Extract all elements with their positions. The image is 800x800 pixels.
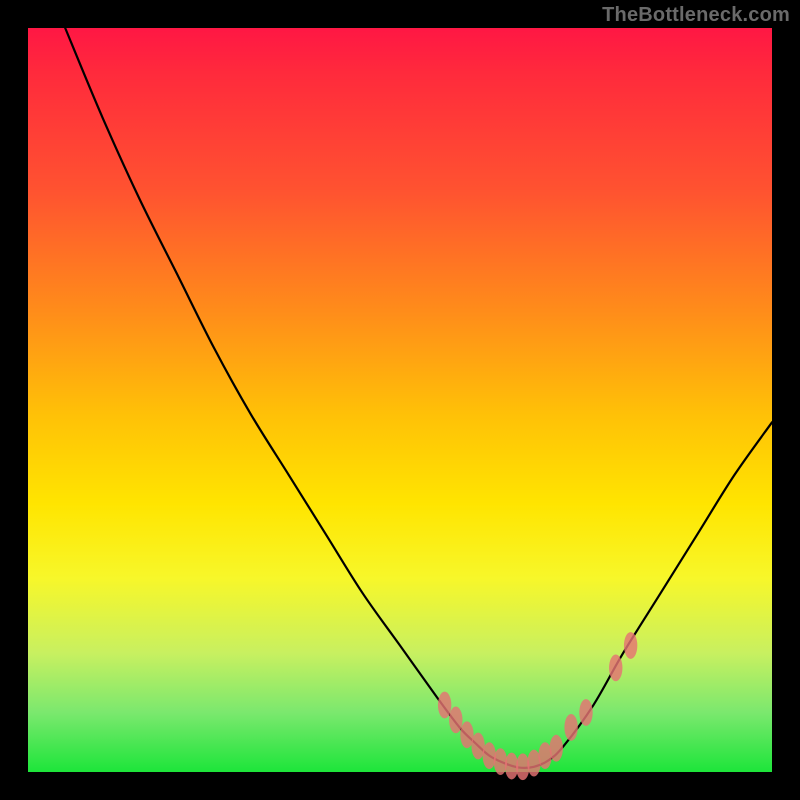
near-trough-markers [438, 632, 637, 780]
chart-frame: TheBottleneck.com [0, 0, 800, 800]
watermark-text: TheBottleneck.com [602, 4, 790, 27]
marker-dot [449, 707, 462, 734]
marker-dot [550, 735, 563, 762]
chart-svg [28, 28, 772, 772]
marker-dot [564, 714, 577, 741]
marker-dot [579, 699, 592, 726]
bottleneck-curve [65, 28, 772, 768]
plot-area [28, 28, 772, 772]
marker-dot [516, 753, 529, 780]
marker-dot [494, 748, 507, 775]
marker-dot [624, 632, 637, 659]
marker-dot [438, 692, 451, 719]
marker-dot [609, 654, 622, 681]
